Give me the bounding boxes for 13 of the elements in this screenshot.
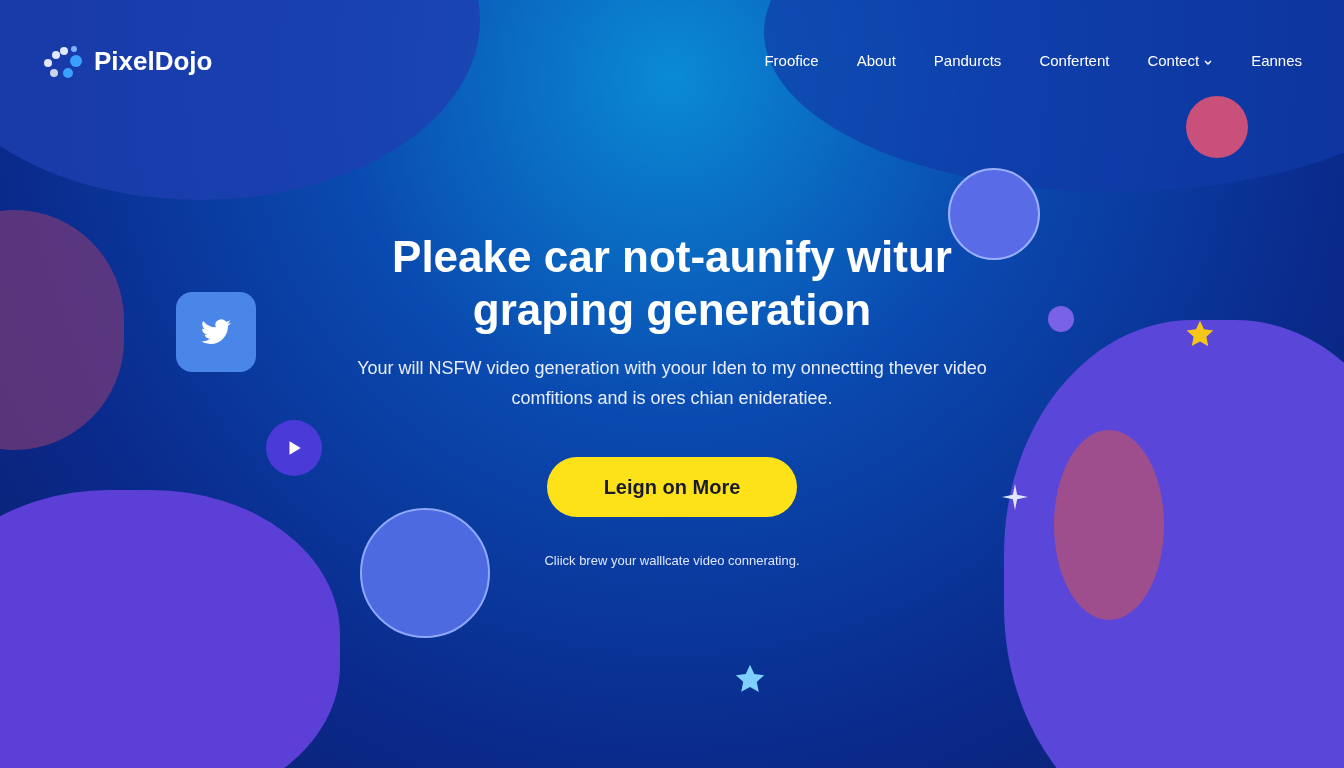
play-button[interactable] — [266, 420, 322, 476]
nav-link[interactable]: About — [856, 50, 896, 73]
sparkle-icon — [1002, 484, 1028, 510]
hero-subtitle: Your will NSFW video generation with yoour Iden to my onnectting thever video comfitions and is ores chian enideratiee. — [356, 356, 988, 410]
nav-link[interactable]: Contect — [1147, 50, 1214, 73]
hero-note: Cliick brew your walllcate video connerating. — [544, 551, 800, 570]
brand-name: PixelDojo — [94, 45, 213, 78]
hero-title: Pleake car not-aunify witur graping generation — [392, 231, 952, 336]
nav-link[interactable]: Eannes — [1251, 50, 1302, 73]
learn-more-button[interactable]: Leign on More — [547, 456, 797, 517]
nav-link[interactable]: Pandurcts — [933, 50, 1002, 73]
nav-link[interactable]: Confertent — [1039, 50, 1110, 73]
nav-link[interactable]: Froofice — [764, 50, 819, 73]
